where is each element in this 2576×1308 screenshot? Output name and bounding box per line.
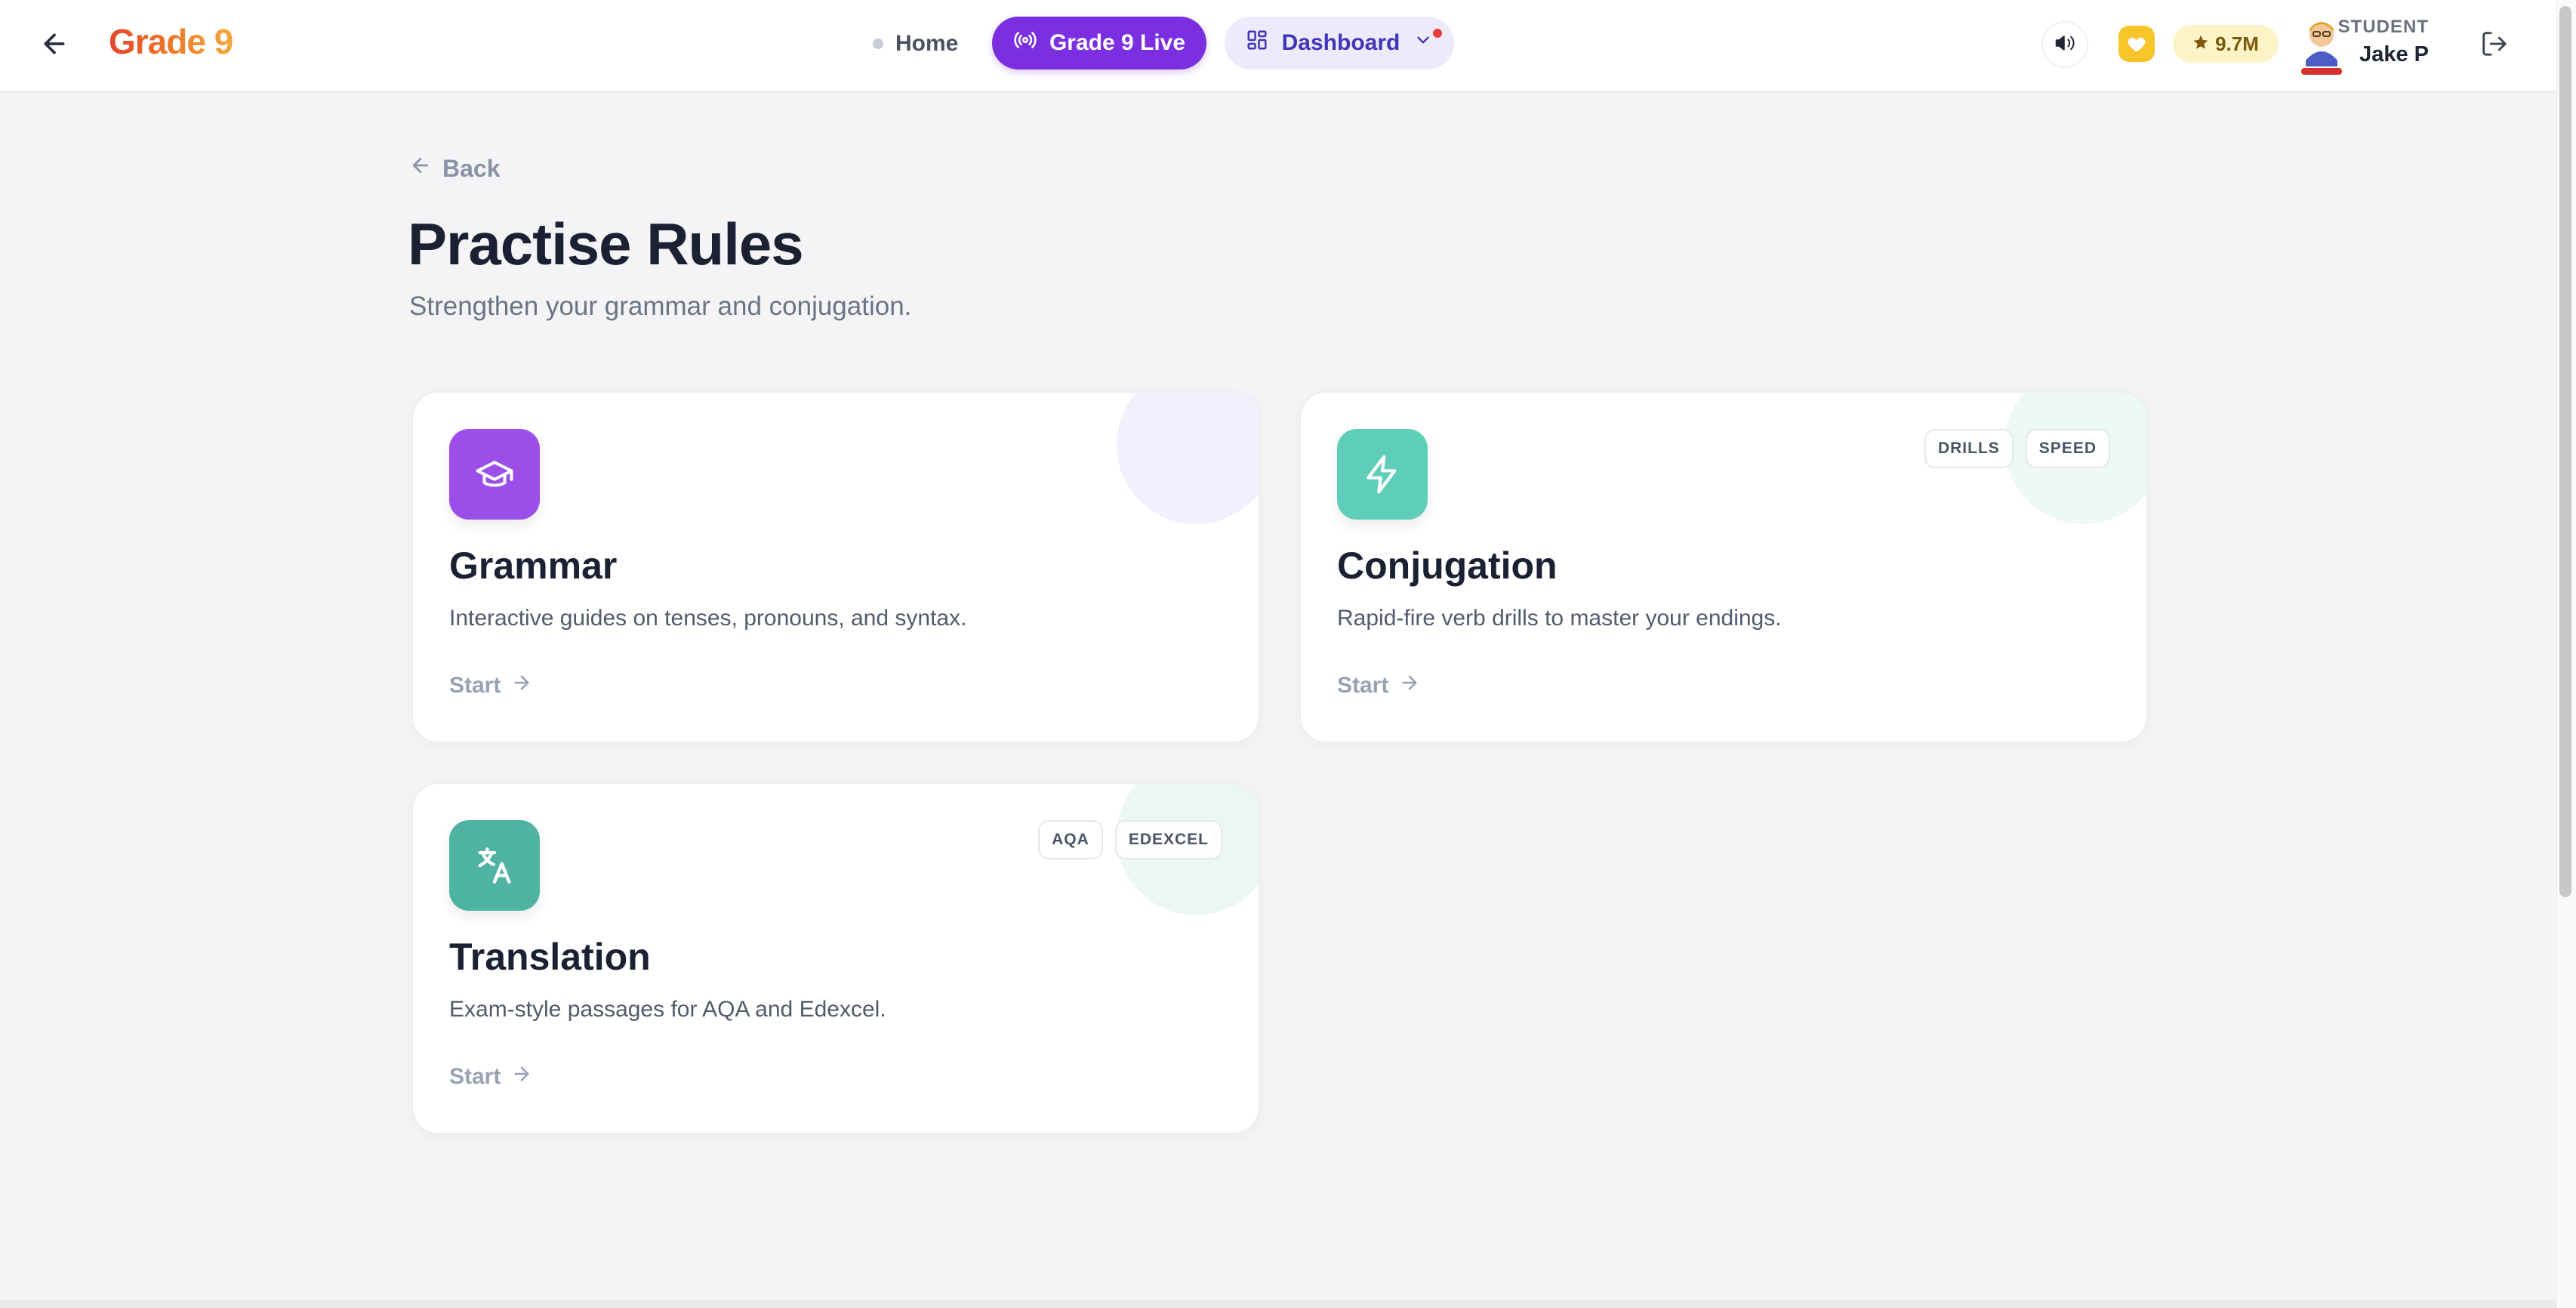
user-role-label: STUDENT xyxy=(2337,17,2429,37)
tag-aqa: AQA xyxy=(1038,820,1103,859)
card-description: Exam-style passages for AQA and Edexcel. xyxy=(449,997,886,1022)
top-navigation-bar: Grade 9 Home Grade 9 Live Dashboard 9.7M… xyxy=(0,0,2556,92)
page-subtitle: Strengthen your grammar and conjugation. xyxy=(409,292,912,321)
start-button[interactable]: Start xyxy=(449,1063,532,1091)
arrow-right-icon xyxy=(511,672,532,699)
tag-edexcel: EDEXCEL xyxy=(1114,820,1222,859)
dashboard-label: Dashboard xyxy=(1281,30,1400,55)
scrollbar-thumb[interactable] xyxy=(2559,6,2571,897)
tag-speed: SPEED xyxy=(2025,429,2110,468)
user-name-label: Jake P xyxy=(2359,42,2429,66)
stars-counter: 9.7M xyxy=(2173,25,2279,63)
lightning-bolt-icon xyxy=(1337,429,1428,520)
translate-icon xyxy=(449,820,540,911)
nav-home-link[interactable]: Home xyxy=(861,23,970,65)
speaker-icon xyxy=(2054,32,2076,58)
page-back-label: Back xyxy=(442,154,501,182)
grid-icon xyxy=(1246,29,1268,57)
broadcast-icon xyxy=(1013,28,1037,58)
dashboard-dropdown-button[interactable]: Dashboard xyxy=(1225,17,1454,69)
start-label: Start xyxy=(449,673,501,698)
card-decoration xyxy=(1117,393,1259,524)
start-label: Start xyxy=(449,1064,501,1089)
grammar-card[interactable]: Grammar Interactive guides on tenses, pr… xyxy=(411,391,1260,743)
logout-icon[interactable] xyxy=(2476,26,2513,62)
nav-home-label: Home xyxy=(895,31,959,56)
stars-value: 9.7M xyxy=(2215,32,2259,55)
grade9-live-button[interactable]: Grade 9 Live xyxy=(992,17,1206,69)
card-title: Grammar xyxy=(449,544,618,587)
page-title: Practise Rules xyxy=(408,211,804,277)
conjugation-card[interactable]: DRILLS SPEED Conjugation Rapid-fire verb… xyxy=(1299,391,2148,743)
arrow-right-icon xyxy=(1399,672,1420,699)
card-tags: AQA EDEXCEL xyxy=(1038,820,1222,859)
bottom-edge xyxy=(0,1300,2556,1308)
card-title: Translation xyxy=(449,936,651,978)
back-arrow-icon[interactable] xyxy=(35,24,74,63)
sound-toggle-button[interactable] xyxy=(2041,21,2088,68)
app-logo[interactable]: Grade 9 xyxy=(109,21,233,62)
arrow-left-icon xyxy=(409,154,432,183)
notification-dot xyxy=(1431,27,1444,39)
start-button[interactable]: Start xyxy=(1337,672,1420,699)
page-back-link[interactable]: Back xyxy=(409,154,501,183)
grade9-live-label: Grade 9 Live xyxy=(1049,30,1186,55)
favorites-heart-icon[interactable] xyxy=(2118,26,2155,62)
home-dot-icon xyxy=(873,39,883,49)
translation-card[interactable]: AQA EDEXCEL Translation Exam-style passa… xyxy=(411,782,1260,1134)
card-tags: DRILLS SPEED xyxy=(1924,429,2110,468)
tag-drills: DRILLS xyxy=(1924,429,2014,468)
card-description: Interactive guides on tenses, pronouns, … xyxy=(449,606,967,631)
start-label: Start xyxy=(1337,673,1389,698)
arrow-right-icon xyxy=(511,1063,532,1091)
chevron-down-icon xyxy=(1413,30,1433,56)
star-icon xyxy=(2192,32,2209,56)
start-button[interactable]: Start xyxy=(449,672,532,699)
card-description: Rapid-fire verb drills to master your en… xyxy=(1337,606,1782,631)
card-title: Conjugation xyxy=(1337,544,1558,587)
graduation-cap-icon xyxy=(449,429,540,520)
